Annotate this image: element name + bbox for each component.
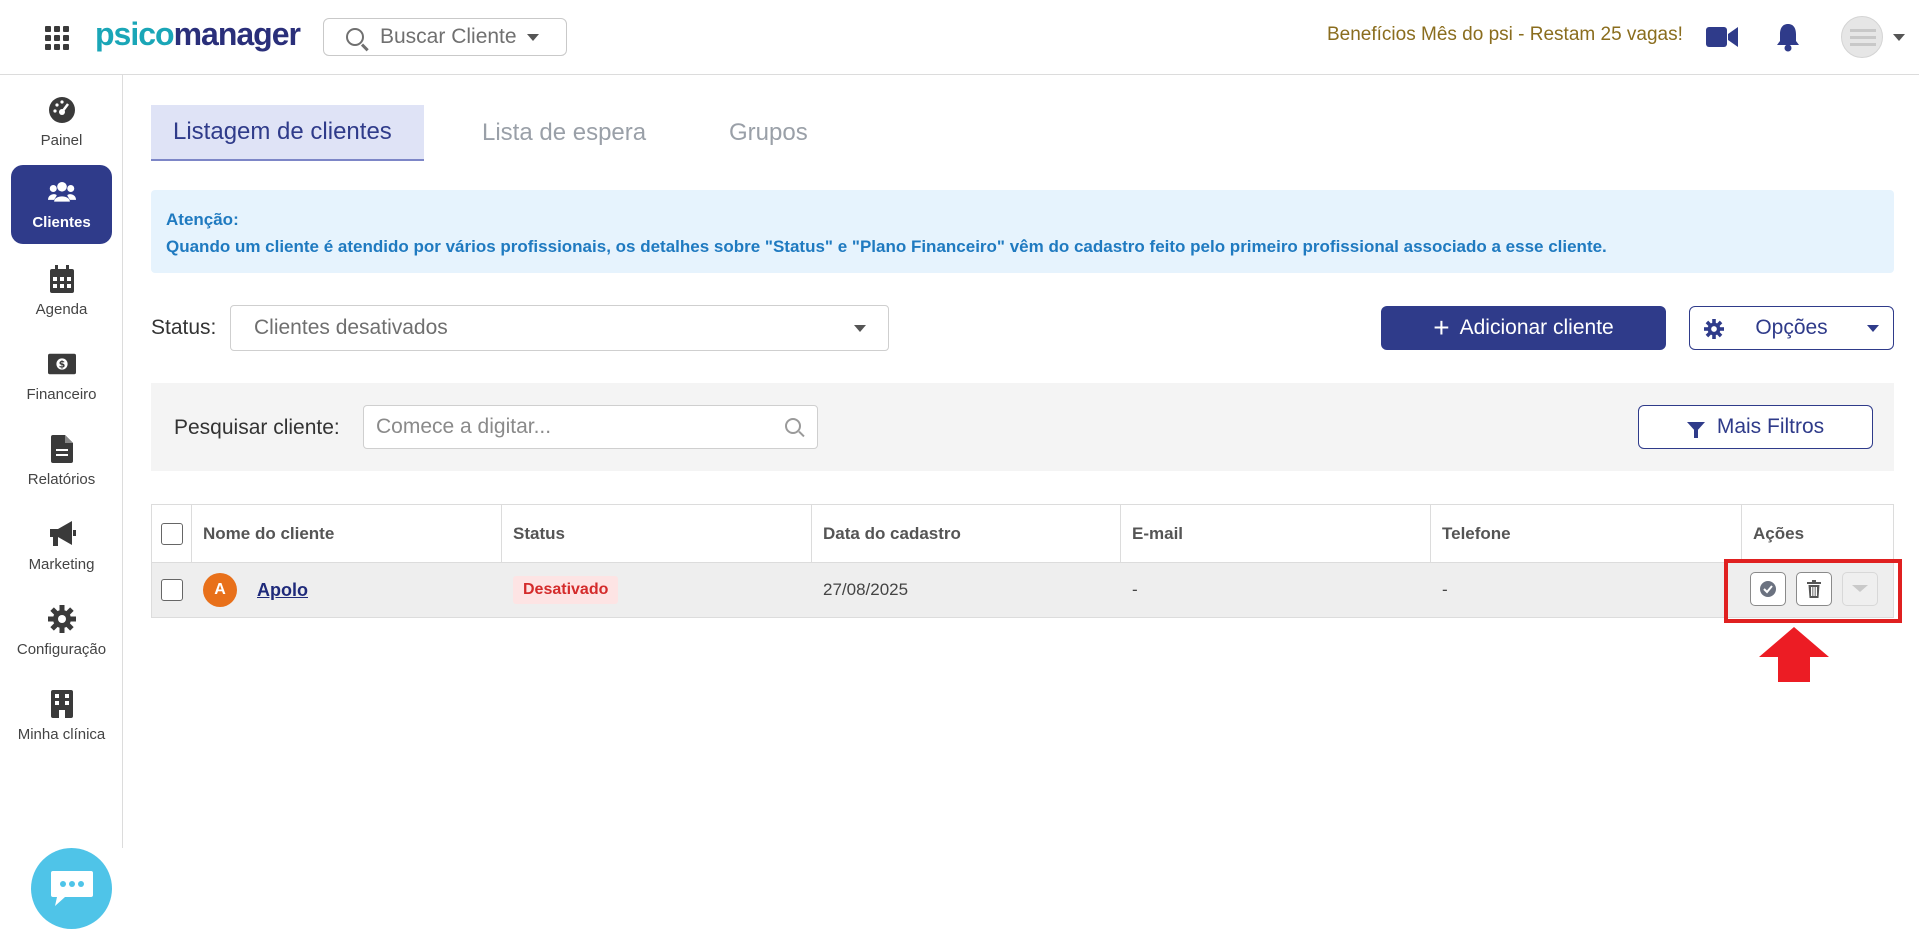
sidebar-item-clientes[interactable]: Clientes [11, 165, 112, 244]
more-filters-button[interactable]: Mais Filtros [1638, 405, 1873, 449]
status-badge: Desativado [513, 576, 619, 604]
sidebar-item-relatorios[interactable]: Relatórios [11, 422, 112, 501]
search-client-label: Pesquisar cliente: [174, 416, 340, 439]
row-checkbox[interactable] [161, 579, 183, 601]
search-icon [346, 28, 364, 46]
clients-table: Nome do cliente Status Data do cadastro … [151, 504, 1894, 618]
chat-support-button[interactable] [31, 848, 112, 929]
attention-alert: Atenção: Quando um cliente é atendido po… [151, 190, 1894, 273]
column-header-status[interactable]: Status [502, 505, 812, 562]
client-avatar: A [203, 573, 237, 607]
table-header: Nome do cliente Status Data do cadastro … [152, 505, 1893, 562]
video-camera-icon[interactable] [1706, 26, 1738, 48]
filter-icon [1686, 422, 1705, 438]
sidebar-item-label: Financeiro [26, 386, 97, 403]
alert-title: Atenção: [166, 210, 239, 229]
chat-icon [50, 870, 93, 906]
sidebar-item-painel[interactable]: Painel [11, 83, 112, 162]
svg-text:$: $ [58, 360, 65, 371]
column-header-name[interactable]: Nome do cliente [192, 505, 502, 562]
search-client-placeholder: Comece a digitar... [376, 415, 552, 438]
sidebar-item-label: Relatórios [27, 471, 96, 488]
money-icon: $ [47, 350, 76, 378]
options-button[interactable]: Opções [1689, 306, 1894, 350]
actions-highlight-box [1724, 559, 1902, 623]
column-header-date[interactable]: Data do cadastro [812, 505, 1121, 562]
sidebar-item-configuracao[interactable]: Configuração [11, 592, 112, 671]
tab-listagem-de-clientes[interactable]: Listagem de clientes [151, 105, 424, 161]
building-icon [48, 690, 76, 718]
logo-text-part2: manager [173, 16, 301, 52]
sidebar-item-label: Marketing [28, 556, 95, 573]
add-client-button[interactable]: + Adicionar cliente [1381, 306, 1666, 350]
select-all-checkbox[interactable] [161, 522, 183, 545]
search-client-input[interactable]: Comece a digitar... [363, 405, 818, 449]
red-arrow-up-icon [1759, 627, 1829, 682]
sidebar-item-label: Painel [40, 132, 83, 149]
sidebar-item-financeiro[interactable]: $ Financeiro [11, 337, 112, 416]
logo-text-part1: psico [95, 16, 175, 52]
client-phone: - [1442, 580, 1448, 599]
status-filter-value: Clientes desativados [254, 316, 448, 339]
top-bar: psicomanager Buscar Cliente Benefícios M… [0, 0, 1919, 75]
status-filter-label: Status: [151, 316, 217, 339]
sidebar-item-minha-clinica[interactable]: Minha clínica [11, 677, 112, 756]
users-icon [47, 178, 76, 206]
table-row: A Apolo Desativado 27/08/2025 - - [152, 562, 1893, 617]
status-filter-select[interactable]: Clientes desativados [230, 305, 889, 351]
sidebar-item-label: Clientes [32, 214, 91, 231]
dashboard-icon [48, 96, 76, 124]
alert-message: Quando um cliente é atendido por vários … [166, 237, 1607, 256]
sidebar-item-label: Configuração [16, 641, 107, 658]
client-search-label: Buscar Cliente [380, 25, 517, 48]
more-filters-label: Mais Filtros [1716, 415, 1825, 438]
tab-lista-de-espera[interactable]: Lista de espera [460, 105, 668, 161]
client-status-cell: Desativado [502, 563, 812, 617]
bell-icon[interactable] [1775, 22, 1801, 52]
sidebar-item-agenda[interactable]: Agenda [11, 252, 112, 331]
client-email: - [1132, 580, 1138, 599]
column-header-actions: Ações [1753, 523, 1805, 543]
chevron-down-icon [854, 325, 866, 332]
sidebar-item-label: Minha clínica [17, 726, 106, 743]
chevron-down-icon [1867, 325, 1879, 332]
client-tabs: Listagem de clientes [151, 105, 424, 161]
user-avatar[interactable] [1841, 16, 1883, 58]
gear-icon [47, 605, 76, 633]
calendar-icon [48, 265, 76, 293]
column-header-email[interactable]: E-mail [1121, 505, 1431, 562]
sidebar: Painel Clientes Agenda $ Financeiro Rela… [0, 75, 123, 929]
add-client-label: Adicionar cliente [1459, 316, 1614, 339]
apps-grid-icon[interactable] [45, 26, 69, 50]
tab-grupos[interactable]: Grupos [707, 105, 830, 161]
user-menu-chevron-icon[interactable] [1893, 34, 1905, 41]
plus-icon: + [1433, 312, 1450, 343]
sidebar-item-label: Agenda [35, 301, 88, 318]
client-search-dropdown[interactable]: Buscar Cliente [323, 18, 567, 56]
client-name-link[interactable]: Apolo [257, 580, 308, 601]
megaphone-icon [48, 520, 76, 548]
search-panel: Pesquisar cliente: Comece a digitar... M… [151, 383, 1894, 471]
app-logo[interactable]: psicomanager [95, 16, 301, 53]
document-icon [48, 435, 76, 463]
row-select-cell [152, 563, 192, 617]
client-date: 27/08/2025 [823, 580, 909, 599]
sidebar-item-marketing[interactable]: Marketing [11, 507, 112, 586]
client-name-cell: A Apolo [192, 563, 502, 617]
search-icon [785, 418, 801, 434]
chevron-down-icon [526, 33, 539, 41]
options-label: Opções [1755, 316, 1828, 339]
gear-icon [1704, 319, 1724, 339]
column-header-phone[interactable]: Telefone [1431, 505, 1742, 562]
select-all-cell [152, 505, 192, 562]
promo-link[interactable]: Benefícios Mês do psi - Restam 25 vagas! [1327, 24, 1683, 46]
